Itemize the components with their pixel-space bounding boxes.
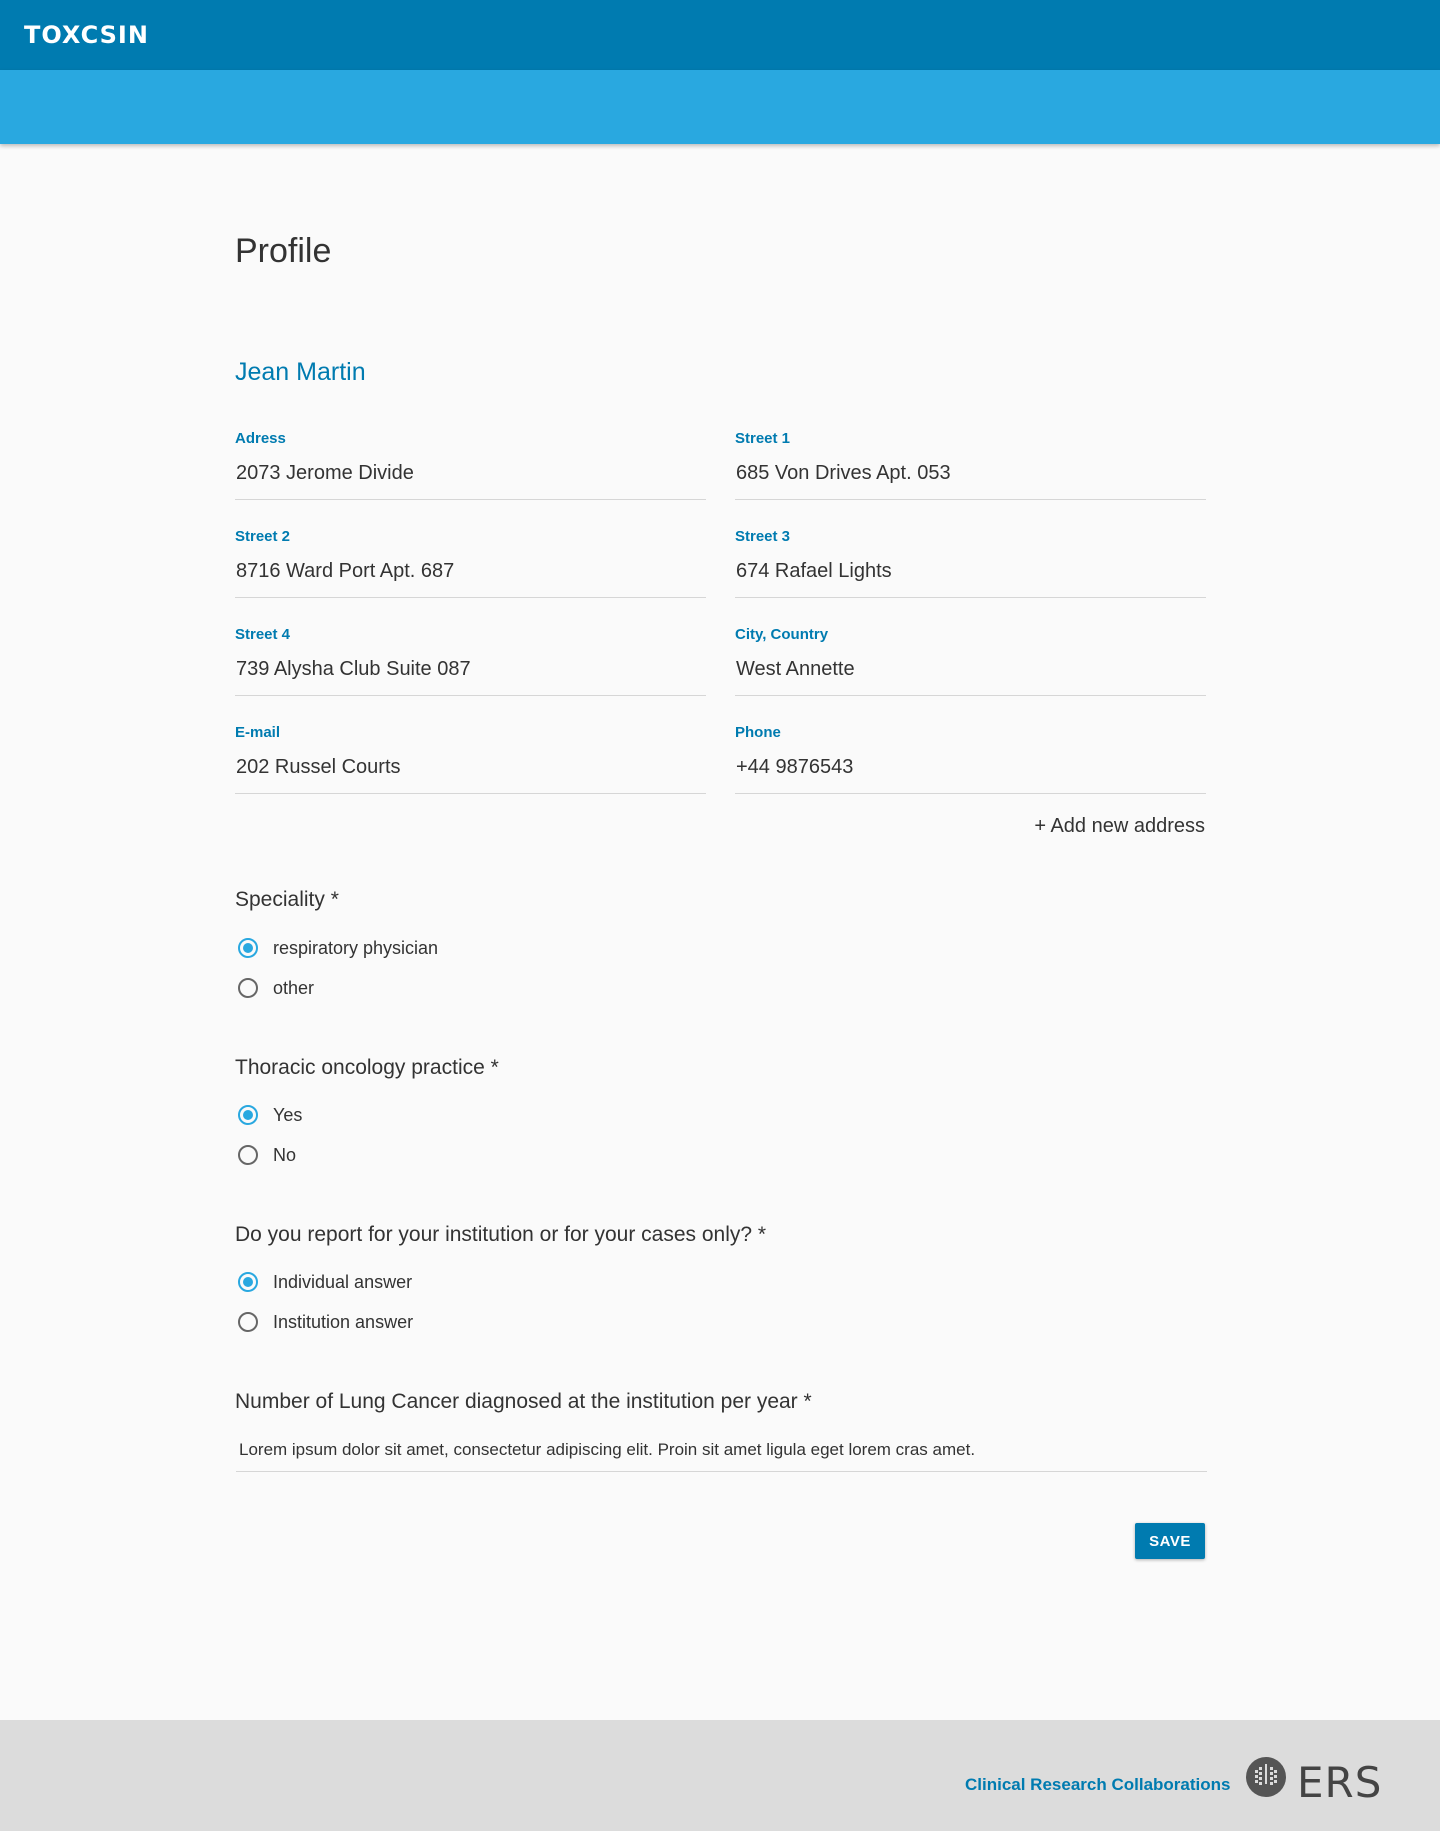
field-value[interactable]: West Annette xyxy=(736,658,855,681)
thoracic-question: Thoracic oncology practice * xyxy=(235,1056,499,1079)
ers-logo-text: ERS xyxy=(1297,1758,1383,1807)
phone-field[interactable]: Phone +44 9876543 xyxy=(735,724,1206,794)
top-app-bar: TOXCSIN xyxy=(0,0,1440,70)
field-label: Street 1 xyxy=(735,430,791,447)
logo-text: TOXCSIN xyxy=(24,21,149,49)
radio-individual-answer[interactable]: Individual answer xyxy=(238,1270,412,1294)
lung-cancer-input[interactable]: Lorem ipsum dolor sit amet, consectetur … xyxy=(236,1432,1207,1472)
radio-yes[interactable]: Yes xyxy=(238,1103,302,1127)
address-field[interactable]: Adress 2073 Jerome Divide xyxy=(235,430,706,500)
lung-cancer-question: Number of Lung Cancer diagnosed at the i… xyxy=(235,1390,812,1413)
field-value[interactable]: 674 Rafael Lights xyxy=(736,560,892,583)
option-label: respiratory physician xyxy=(273,937,439,958)
field-label: Street 3 xyxy=(735,528,791,545)
radio-other[interactable]: other xyxy=(238,976,314,1000)
option-label: Yes xyxy=(273,1104,303,1125)
sub-header-bar xyxy=(0,70,1440,144)
user-name: Jean Martin xyxy=(235,358,366,386)
option-label: other xyxy=(273,977,315,998)
street1-field[interactable]: Street 1 685 Von Drives Apt. 053 xyxy=(735,430,1206,500)
field-label: E-mail xyxy=(235,724,281,741)
field-label: City, Country xyxy=(735,626,829,643)
toxcsin-logo[interactable]: TOXCSIN xyxy=(24,10,149,60)
field-value[interactable]: 2073 Jerome Divide xyxy=(236,462,414,485)
radio-unselected-icon[interactable] xyxy=(238,1312,258,1332)
clinical-research-collaborations-link[interactable]: Clinical Research Collaborations xyxy=(965,1775,1230,1795)
footer: Clinical Research Collaborations ERS xyxy=(0,1720,1440,1831)
page-title: Profile xyxy=(235,232,332,270)
field-value[interactable]: 739 Alysha Club Suite 087 xyxy=(236,658,471,681)
street2-field[interactable]: Street 2 8716 Ward Port Apt. 687 xyxy=(235,528,706,598)
report-question: Do you report for your institution or fo… xyxy=(235,1223,767,1246)
radio-selected-icon[interactable] xyxy=(238,938,258,958)
field-label: Street 4 xyxy=(235,626,291,643)
radio-institution-answer[interactable]: Institution answer xyxy=(238,1310,413,1334)
radio-selected-icon[interactable] xyxy=(238,1105,258,1125)
city-country-field[interactable]: City, Country West Annette xyxy=(735,626,1206,696)
ers-lungs-icon xyxy=(1246,1757,1286,1797)
add-new-address-link[interactable]: + Add new address xyxy=(1034,815,1205,838)
email-field[interactable]: E-mail 202 Russel Courts xyxy=(235,724,706,794)
radio-no[interactable]: No xyxy=(238,1143,296,1167)
radio-respiratory-physician[interactable]: respiratory physician xyxy=(238,936,438,960)
field-value[interactable]: +44 9876543 xyxy=(736,756,853,779)
field-label: Street 2 xyxy=(235,528,291,545)
field-value[interactable]: 202 Russel Courts xyxy=(236,756,401,779)
street3-field[interactable]: Street 3 674 Rafael Lights xyxy=(735,528,1206,598)
radio-unselected-icon[interactable] xyxy=(238,978,258,998)
speciality-question: Speciality * xyxy=(235,888,339,911)
field-value[interactable]: 685 Von Drives Apt. 053 xyxy=(736,462,951,485)
field-value[interactable]: 8716 Ward Port Apt. 687 xyxy=(236,560,454,583)
field-label: Adress xyxy=(235,430,286,447)
radio-unselected-icon[interactable] xyxy=(238,1145,258,1165)
option-label: Institution answer xyxy=(273,1311,414,1332)
option-label: Individual answer xyxy=(273,1271,413,1292)
radio-selected-icon[interactable] xyxy=(238,1272,258,1292)
option-label: No xyxy=(273,1144,297,1165)
save-button[interactable]: SAVE xyxy=(1135,1523,1205,1559)
street4-field[interactable]: Street 4 739 Alysha Club Suite 087 xyxy=(235,626,706,696)
lung-cancer-value[interactable]: Lorem ipsum dolor sit amet, consectetur … xyxy=(239,1440,975,1460)
field-label: Phone xyxy=(735,724,781,741)
